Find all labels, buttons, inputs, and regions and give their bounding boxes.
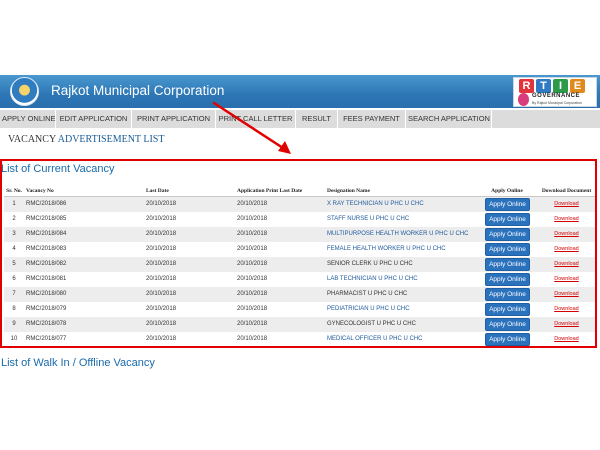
nav-edit-application[interactable]: EDIT APPLICATION xyxy=(56,110,132,128)
rtie-letters: R T I E xyxy=(519,79,585,93)
page: Rajkot Municipal Corporation R T I E GOV… xyxy=(0,0,600,450)
main-nav: APPLY ONLINE EDIT APPLICATION PRINT APPL… xyxy=(0,110,600,128)
rtie-letter-r: R xyxy=(519,79,534,93)
page-title: VACANCY ADVERTISEMENT LIST xyxy=(8,134,164,145)
site-header: Rajkot Municipal Corporation R T I E GOV… xyxy=(0,75,600,108)
nav-result[interactable]: RESULT xyxy=(296,110,338,128)
nav-fees-payment[interactable]: FEES PAYMENT xyxy=(338,110,406,128)
rtie-letter-e: E xyxy=(570,79,585,93)
rtie-governance-logo[interactable]: R T I E GOVERNANCE By Rajkot Municipal C… xyxy=(513,77,597,107)
page-title-part1: VACANCY xyxy=(8,134,58,145)
nav-print-call-letter[interactable]: PRINT CALL LETTER xyxy=(216,110,296,128)
rmc-logo[interactable] xyxy=(10,77,39,106)
highlight-frame xyxy=(0,159,597,348)
rtie-governance-text: GOVERNANCE xyxy=(532,93,581,99)
rtie-letter-t: T xyxy=(536,79,551,93)
nav-print-application[interactable]: PRINT APPLICATION xyxy=(132,110,216,128)
rtie-letter-i: I xyxy=(553,79,568,93)
walkin-vacancy-title[interactable]: List of Walk In / Offline Vacancy xyxy=(1,357,155,369)
site-title: Rajkot Municipal Corporation xyxy=(51,83,225,98)
nav-apply-online[interactable]: APPLY ONLINE xyxy=(0,110,56,128)
e-swirl-icon xyxy=(518,93,529,106)
nav-search-application[interactable]: SEARCH APPLICATION xyxy=(406,110,492,128)
rtie-byline: By Rajkot Municipal Corporation xyxy=(532,101,582,105)
page-title-part2: ADVERTISEMENT LIST xyxy=(57,134,165,145)
